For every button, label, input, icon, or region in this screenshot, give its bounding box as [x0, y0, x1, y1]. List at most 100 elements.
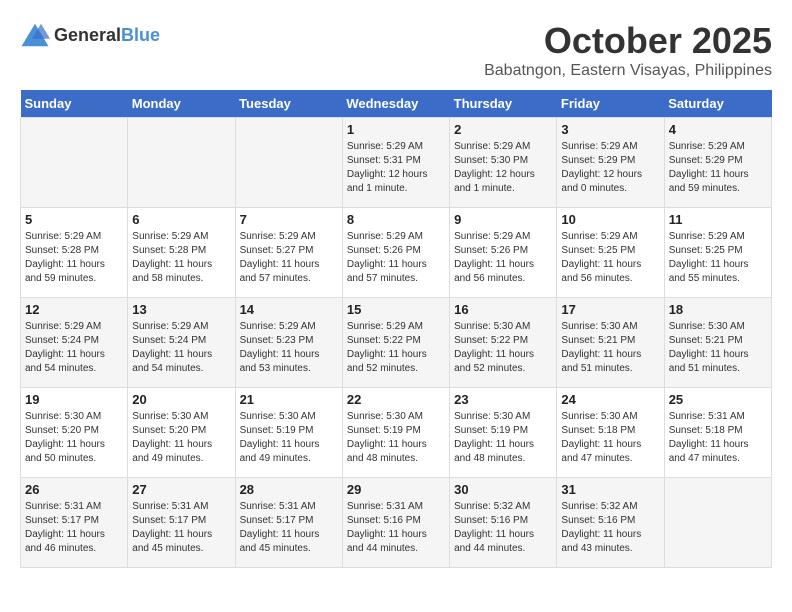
day-number: 27 — [132, 482, 230, 497]
day-info: Sunrise: 5:30 AM Sunset: 5:18 PM Dayligh… — [561, 410, 659, 466]
day-number: 7 — [240, 212, 338, 227]
day-number: 10 — [561, 212, 659, 227]
calendar-cell: 9 Sunrise: 5:29 AM Sunset: 5:26 PM Daylig… — [450, 208, 557, 298]
calendar-cell: 17 Sunrise: 5:30 AM Sunset: 5:21 PM Dayli… — [557, 298, 664, 388]
day-number: 14 — [240, 302, 338, 317]
day-info: Sunrise: 5:29 AM Sunset: 5:26 PM Dayligh… — [454, 230, 552, 286]
header-saturday: Saturday — [664, 90, 771, 118]
calendar-cell: 14 Sunrise: 5:29 AM Sunset: 5:23 PM Dayli… — [235, 298, 342, 388]
day-info: Sunrise: 5:31 AM Sunset: 5:17 PM Dayligh… — [25, 500, 123, 556]
calendar-cell: 26Sunrise: 5:31 AM Sunset: 5:17 PM Dayli… — [21, 478, 128, 568]
calendar-body: 1 Sunrise: 5:29 AM Sunset: 5:31 PM Daylig… — [21, 118, 772, 568]
day-info: Sunrise: 5:31 AM Sunset: 5:18 PM Dayligh… — [669, 410, 767, 466]
day-info: Sunrise: 5:29 AM Sunset: 5:28 PM Dayligh… — [132, 230, 230, 286]
calendar-cell: 21 Sunrise: 5:30 AM Sunset: 5:19 PM Dayli… — [235, 388, 342, 478]
day-number: 20 — [132, 392, 230, 407]
calendar-cell: 27 Sunrise: 5:31 AM Sunset: 5:17 PM Dayli… — [128, 478, 235, 568]
calendar-cell: 24 Sunrise: 5:30 AM Sunset: 5:18 PM Dayli… — [557, 388, 664, 478]
calendar-cell: 30Sunrise: 5:32 AM Sunset: 5:16 PM Dayli… — [450, 478, 557, 568]
calendar-cell: 7 Sunrise: 5:29 AM Sunset: 5:27 PM Daylig… — [235, 208, 342, 298]
calendar-cell: 13 Sunrise: 5:29 AM Sunset: 5:24 PM Dayli… — [128, 298, 235, 388]
day-number: 16 — [454, 302, 552, 317]
day-info: Sunrise: 5:29 AM Sunset: 5:22 PM Dayligh… — [347, 320, 445, 376]
calendar-header: SundayMondayTuesdayWednesdayThursdayFrid… — [21, 90, 772, 118]
day-info: Sunrise: 5:30 AM Sunset: 5:19 PM Dayligh… — [240, 410, 338, 466]
day-number: 6 — [132, 212, 230, 227]
week-row-5: 26Sunrise: 5:31 AM Sunset: 5:17 PM Dayli… — [21, 478, 772, 568]
logo-blue: Blue — [121, 25, 160, 46]
header-thursday: Thursday — [450, 90, 557, 118]
day-info: Sunrise: 5:29 AM Sunset: 5:29 PM Dayligh… — [561, 140, 659, 196]
day-number: 12 — [25, 302, 123, 317]
day-number: 17 — [561, 302, 659, 317]
day-info: Sunrise: 5:30 AM Sunset: 5:20 PM Dayligh… — [132, 410, 230, 466]
day-info: Sunrise: 5:29 AM Sunset: 5:24 PM Dayligh… — [25, 320, 123, 376]
day-info: Sunrise: 5:29 AM Sunset: 5:27 PM Dayligh… — [240, 230, 338, 286]
day-info: Sunrise: 5:29 AM Sunset: 5:30 PM Dayligh… — [454, 140, 552, 196]
day-info: Sunrise: 5:29 AM Sunset: 5:25 PM Dayligh… — [561, 230, 659, 286]
day-number: 2 — [454, 122, 552, 137]
day-info: Sunrise: 5:29 AM Sunset: 5:31 PM Dayligh… — [347, 140, 445, 196]
logo-icon — [20, 20, 50, 50]
day-info: Sunrise: 5:32 AM Sunset: 5:16 PM Dayligh… — [454, 500, 552, 556]
header-tuesday: Tuesday — [235, 90, 342, 118]
calendar-cell: 29 Sunrise: 5:31 AM Sunset: 5:16 PM Dayli… — [342, 478, 449, 568]
day-number: 11 — [669, 212, 767, 227]
calendar-cell — [128, 118, 235, 208]
header-row: SundayMondayTuesdayWednesdayThursdayFrid… — [21, 90, 772, 118]
day-number: 9 — [454, 212, 552, 227]
day-number: 23 — [454, 392, 552, 407]
day-info: Sunrise: 5:30 AM Sunset: 5:19 PM Dayligh… — [347, 410, 445, 466]
calendar-cell: 20 Sunrise: 5:30 AM Sunset: 5:20 PM Dayli… — [128, 388, 235, 478]
header-friday: Friday — [557, 90, 664, 118]
calendar-cell: 31Sunrise: 5:32 AM Sunset: 5:16 PM Dayli… — [557, 478, 664, 568]
calendar-cell: 2 Sunrise: 5:29 AM Sunset: 5:30 PM Daylig… — [450, 118, 557, 208]
day-number: 5 — [25, 212, 123, 227]
month-title: October 2025 — [484, 20, 772, 62]
day-info: Sunrise: 5:29 AM Sunset: 5:29 PM Dayligh… — [669, 140, 767, 196]
title-section: October 2025 Babatngon, Eastern Visayas,… — [484, 20, 772, 80]
day-info: Sunrise: 5:29 AM Sunset: 5:24 PM Dayligh… — [132, 320, 230, 376]
calendar-cell: 18Sunrise: 5:30 AM Sunset: 5:21 PM Dayli… — [664, 298, 771, 388]
day-number: 1 — [347, 122, 445, 137]
calendar-cell: 11 Sunrise: 5:29 AM Sunset: 5:25 PM Dayli… — [664, 208, 771, 298]
day-number: 25 — [669, 392, 767, 407]
calendar-cell: 28Sunrise: 5:31 AM Sunset: 5:17 PM Dayli… — [235, 478, 342, 568]
calendar-cell: 3 Sunrise: 5:29 AM Sunset: 5:29 PM Daylig… — [557, 118, 664, 208]
header-wednesday: Wednesday — [342, 90, 449, 118]
calendar-cell: 12 Sunrise: 5:29 AM Sunset: 5:24 PM Dayli… — [21, 298, 128, 388]
calendar-cell: 10 Sunrise: 5:29 AM Sunset: 5:25 PM Dayli… — [557, 208, 664, 298]
day-number: 24 — [561, 392, 659, 407]
calendar-cell — [21, 118, 128, 208]
calendar-cell: 16Sunrise: 5:30 AM Sunset: 5:22 PM Dayli… — [450, 298, 557, 388]
calendar-cell: 23Sunrise: 5:30 AM Sunset: 5:19 PM Dayli… — [450, 388, 557, 478]
day-number: 4 — [669, 122, 767, 137]
logo: General Blue — [20, 20, 160, 50]
day-info: Sunrise: 5:29 AM Sunset: 5:26 PM Dayligh… — [347, 230, 445, 286]
day-number: 29 — [347, 482, 445, 497]
day-info: Sunrise: 5:31 AM Sunset: 5:16 PM Dayligh… — [347, 500, 445, 556]
day-info: Sunrise: 5:29 AM Sunset: 5:23 PM Dayligh… — [240, 320, 338, 376]
day-number: 15 — [347, 302, 445, 317]
calendar-cell — [235, 118, 342, 208]
calendar-table: SundayMondayTuesdayWednesdayThursdayFrid… — [20, 90, 772, 568]
calendar-cell: 8 Sunrise: 5:29 AM Sunset: 5:26 PM Daylig… — [342, 208, 449, 298]
day-number: 8 — [347, 212, 445, 227]
calendar-cell: 22 Sunrise: 5:30 AM Sunset: 5:19 PM Dayli… — [342, 388, 449, 478]
week-row-2: 5 Sunrise: 5:29 AM Sunset: 5:28 PM Daylig… — [21, 208, 772, 298]
calendar-cell: 19Sunrise: 5:30 AM Sunset: 5:20 PM Dayli… — [21, 388, 128, 478]
day-number: 3 — [561, 122, 659, 137]
day-info: Sunrise: 5:29 AM Sunset: 5:25 PM Dayligh… — [669, 230, 767, 286]
calendar-cell: 4 Sunrise: 5:29 AM Sunset: 5:29 PM Daylig… — [664, 118, 771, 208]
day-number: 13 — [132, 302, 230, 317]
logo-general: General — [54, 25, 121, 46]
day-number: 22 — [347, 392, 445, 407]
header-monday: Monday — [128, 90, 235, 118]
day-info: Sunrise: 5:30 AM Sunset: 5:21 PM Dayligh… — [561, 320, 659, 376]
day-number: 21 — [240, 392, 338, 407]
location-title: Babatngon, Eastern Visayas, Philippines — [484, 62, 772, 80]
header-sunday: Sunday — [21, 90, 128, 118]
day-info: Sunrise: 5:31 AM Sunset: 5:17 PM Dayligh… — [132, 500, 230, 556]
day-info: Sunrise: 5:29 AM Sunset: 5:28 PM Dayligh… — [25, 230, 123, 286]
week-row-3: 12 Sunrise: 5:29 AM Sunset: 5:24 PM Dayli… — [21, 298, 772, 388]
